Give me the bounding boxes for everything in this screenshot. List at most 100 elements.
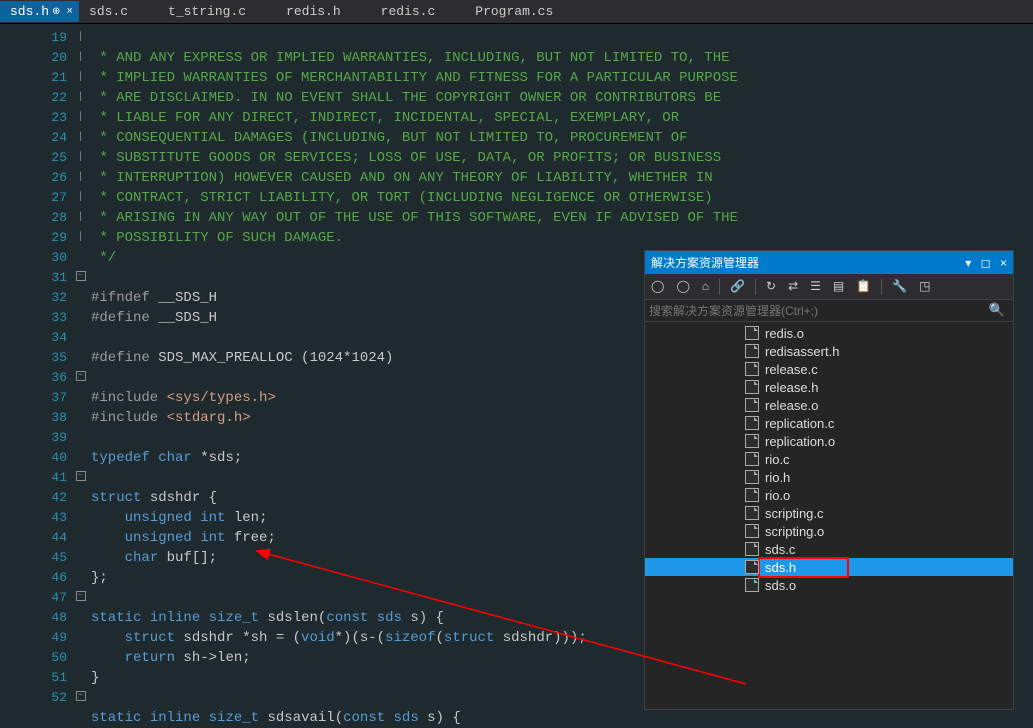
keyword: struct: [91, 490, 141, 506]
tab-label: redis.h: [286, 4, 341, 19]
file-icon: [745, 416, 759, 430]
keyword: struct: [444, 630, 494, 646]
tree-item[interactable]: sds.h: [645, 558, 1013, 576]
close-icon[interactable]: ×: [66, 6, 73, 18]
forward-icon[interactable]: ◯: [674, 277, 691, 296]
pin-icon[interactable]: ⊕: [52, 6, 60, 18]
keyword: unsigned: [125, 510, 192, 526]
file-icon: [745, 380, 759, 394]
back-icon[interactable]: ◯: [649, 277, 666, 296]
separator: [881, 279, 882, 295]
keyword: return: [125, 650, 175, 666]
punc: ;: [209, 550, 217, 566]
tab-label: sds.c: [89, 4, 128, 19]
file-icon: [745, 398, 759, 412]
comment-line: * CONTRACT, STRICT LIABILITY, OR TORT (I…: [91, 190, 713, 206]
punc: ) {: [419, 610, 444, 626]
punc: ) {: [436, 710, 461, 726]
tree-item[interactable]: replication.o: [645, 432, 1013, 450]
tree-item[interactable]: rio.c: [645, 450, 1013, 468]
identifier: sdshdr)));: [494, 630, 586, 646]
file-icon: [745, 524, 759, 538]
preprocessor: #define: [91, 310, 150, 326]
sync-icon[interactable]: 🔗: [728, 277, 747, 296]
include-path: <sys/types.h>: [167, 390, 276, 406]
close-icon[interactable]: ×: [1000, 256, 1007, 270]
tree-item-label: replication.c: [765, 416, 834, 431]
tab-redis-c[interactable]: redis.c: [371, 1, 446, 22]
wrench-icon[interactable]: 🔧: [890, 277, 909, 296]
identifier: sdshdr: [150, 490, 200, 506]
keyword: sizeof: [385, 630, 435, 646]
type: sds: [368, 610, 410, 626]
comment-line: * IMPLIED WARRANTIES OF MERCHANTABILITY …: [91, 70, 738, 86]
tree-item[interactable]: sds.c: [645, 540, 1013, 558]
tab-sds-h[interactable]: sds.h ⊕ ×: [0, 1, 79, 22]
keyword: int: [200, 510, 225, 526]
solution-explorer-panel: 解决方案资源管理器 ▾ ◻ × ◯ ◯ ⌂ 🔗 ↻ ⇄ ☰ ▤ 📋 🔧 ◳ 🔍 …: [644, 250, 1014, 710]
macro-name: SDS_MAX_PREALLOC: [158, 350, 292, 366]
tree-item[interactable]: release.c: [645, 360, 1013, 378]
tree-item-label: release.c: [765, 362, 818, 377]
tree-item[interactable]: scripting.o: [645, 522, 1013, 540]
tree-item-label: scripting.c: [765, 506, 824, 521]
preview-icon[interactable]: ◳: [917, 277, 932, 296]
tab-t-string-c[interactable]: t_string.c: [158, 1, 256, 22]
comment-line: */: [91, 250, 116, 266]
tree-item[interactable]: redisassert.h: [645, 342, 1013, 360]
collapse-icon[interactable]: ⇄: [786, 277, 800, 296]
refresh-icon[interactable]: ↻: [764, 277, 778, 296]
tree-item-label: rio.c: [765, 452, 790, 467]
identifier: sdsavail: [267, 710, 334, 726]
tree-item[interactable]: redis.o: [645, 324, 1013, 342]
keyword: static: [91, 610, 141, 626]
tree-item[interactable]: sds.o: [645, 576, 1013, 594]
comment-line: * CONSEQUENTIAL DAMAGES (INCLUDING, BUT …: [91, 130, 688, 146]
tree-item[interactable]: rio.o: [645, 486, 1013, 504]
comment-line: * POSSIBILITY OF SUCH DAMAGE.: [91, 230, 343, 246]
panel-titlebar[interactable]: 解决方案资源管理器 ▾ ◻ ×: [645, 251, 1013, 274]
type: size_t: [209, 610, 259, 626]
properties-icon[interactable]: 📋: [854, 277, 873, 296]
view-icon[interactable]: ▤: [831, 277, 846, 296]
file-icon: [745, 434, 759, 448]
tree-item[interactable]: release.h: [645, 378, 1013, 396]
file-icon: [745, 560, 759, 574]
dropdown-icon[interactable]: ▾: [965, 256, 971, 270]
identifier: s: [410, 610, 418, 626]
search-icon[interactable]: 🔍: [985, 303, 1009, 318]
tree-item[interactable]: rio.h: [645, 468, 1013, 486]
type: sds: [385, 710, 427, 726]
keyword: struct: [91, 630, 175, 646]
type: size_t: [209, 710, 259, 726]
preprocessor: #include: [91, 390, 158, 406]
tab-label: sds.h: [10, 4, 49, 19]
search-input[interactable]: [649, 304, 985, 318]
keyword: const: [343, 710, 385, 726]
fold-gutter: | | | | | | | | | | | − − − − −: [75, 24, 87, 720]
file-tree[interactable]: redis.oredisassert.hrelease.crelease.hre…: [645, 322, 1013, 709]
tree-item-label: scripting.o: [765, 524, 824, 539]
file-icon: [745, 470, 759, 484]
show-all-icon[interactable]: ☰: [808, 277, 823, 296]
home-icon[interactable]: ⌂: [700, 278, 711, 296]
tab-redis-h[interactable]: redis.h: [276, 1, 351, 22]
tab-sds-c[interactable]: sds.c: [79, 1, 138, 22]
keyword: unsigned: [125, 530, 192, 546]
preprocessor: #include: [91, 410, 158, 426]
file-icon: [745, 488, 759, 502]
panel-search: 🔍: [645, 300, 1013, 322]
preprocessor: #ifndef: [91, 290, 150, 306]
punc: {: [200, 490, 217, 506]
keyword: void: [301, 630, 335, 646]
keyword: const: [326, 610, 368, 626]
tab-program-cs[interactable]: Program.cs: [465, 1, 563, 22]
tree-item[interactable]: scripting.c: [645, 504, 1013, 522]
window-icon[interactable]: ◻: [981, 256, 991, 270]
keyword: int: [200, 530, 225, 546]
tree-item-label: sds.o: [765, 578, 796, 593]
tab-bar: sds.h ⊕ × sds.c t_string.c redis.h redis…: [0, 0, 1033, 24]
tree-item[interactable]: release.o: [645, 396, 1013, 414]
tree-item[interactable]: replication.c: [645, 414, 1013, 432]
identifier: len: [225, 510, 259, 526]
